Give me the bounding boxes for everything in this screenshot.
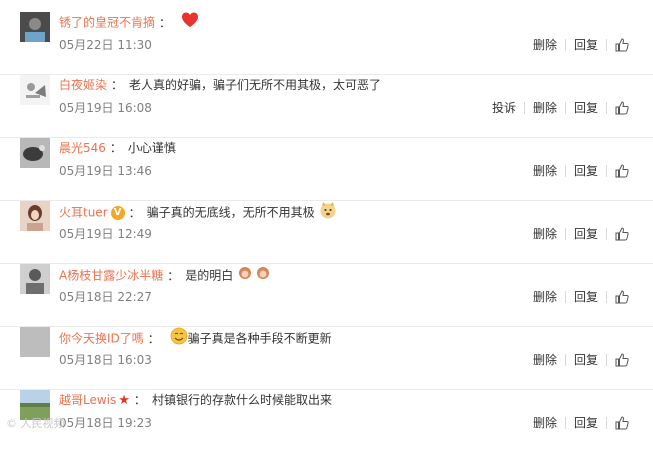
divider (606, 417, 607, 429)
report-button[interactable]: 投诉 (492, 100, 516, 116)
reply-button[interactable]: 回复 (574, 37, 598, 53)
separator: ： (111, 78, 124, 92)
reply-button[interactable]: 回复 (574, 100, 598, 116)
comment-actions: 删除 回复 (533, 289, 629, 305)
comment-time: 05月19日 16:08 (59, 101, 152, 115)
comment-text: 骗子真的无底线，无所不用其极 (146, 205, 315, 220)
username-link[interactable]: 白夜姬染 (59, 78, 107, 92)
comment-text: 老人真的好骗，骗子们无所不用其极，太可恶了 (129, 78, 382, 92)
comment-actions: 删除 回复 (533, 415, 629, 431)
comment-item: 越哥Lewis ★： 村镇银行的存款什么时候能取出来 05月18日 19:23 删除… (0, 390, 653, 453)
comment-line: 锈了的皇冠不肯摘 ： (59, 12, 199, 32)
divider (564, 228, 566, 240)
comment-line: A杨枝甘露少冰半糖 ： 是的明白 (59, 264, 273, 284)
reply-button[interactable]: 回复 (574, 352, 598, 368)
avatar[interactable] (20, 201, 50, 231)
delete-button[interactable]: 删除 (533, 37, 557, 53)
comment-text: 是的明白 (185, 268, 234, 283)
like-icon[interactable] (615, 416, 629, 430)
avatar[interactable] (20, 138, 50, 168)
delete-button[interactable]: 删除 (533, 415, 557, 431)
like-icon[interactable] (615, 353, 629, 367)
delete-button[interactable]: 删除 (533, 163, 557, 179)
comment-actions: 删除 回复 (533, 37, 629, 53)
delete-button[interactable]: 删除 (533, 352, 557, 368)
username-link[interactable]: 锈了的皇冠不肯摘 (59, 16, 155, 30)
divider (606, 228, 607, 240)
divider (606, 102, 607, 114)
comment-item: A杨枝甘露少冰半糖 ： 是的明白 05月18日 22:27 删除 回复 (0, 264, 653, 327)
comment-item: 你今天换ID了嗎： 骗子真是各种手段不断更新 05月18日 16:03 删除 回… (0, 327, 653, 390)
watermark: © 人民视频 (6, 417, 65, 430)
divider (606, 39, 607, 51)
delete-button[interactable]: 删除 (533, 226, 557, 242)
reply-button[interactable]: 回复 (574, 415, 598, 431)
comment-text: 骗子真是各种手段不断更新 (187, 331, 332, 346)
divider (564, 417, 566, 429)
heart-emoji-icon (181, 12, 199, 34)
username-link[interactable]: 越哥Lewis (59, 393, 116, 407)
reply-button[interactable]: 回复 (574, 163, 598, 179)
divider (564, 39, 566, 51)
like-icon[interactable] (615, 38, 629, 52)
username-link[interactable]: 晨光546 (59, 141, 106, 155)
star-badge-icon: ★ (118, 393, 130, 408)
username-link[interactable]: 火耳tuer (59, 206, 108, 220)
username-link[interactable]: 你今天换ID了嗎 (59, 332, 144, 346)
comment-time: 05月18日 19:23 (59, 416, 152, 430)
smile-emoji-icon (170, 327, 188, 351)
avatar[interactable] (20, 75, 50, 105)
separator: ： (159, 15, 172, 30)
separator: ： (128, 205, 141, 220)
divider (606, 354, 607, 366)
comment-actions: 删除 回复 (533, 352, 629, 368)
avatar[interactable] (20, 264, 50, 294)
comment-time: 05月18日 16:03 (59, 353, 152, 367)
comment-text: 村镇银行的存款什么时候能取出来 (151, 393, 332, 407)
verified-badge-icon: V (110, 206, 125, 220)
like-icon[interactable] (615, 164, 629, 178)
divider (606, 291, 607, 303)
comment-actions: 删除 回复 (533, 163, 629, 179)
username-link[interactable]: A杨枝甘露少冰半糖 (59, 269, 163, 283)
comment-line: 越哥Lewis ★： 村镇银行的存款什么时候能取出来 (59, 390, 332, 410)
like-icon[interactable] (615, 101, 629, 115)
comment-actions: 删除 回复 (533, 226, 629, 242)
comment-time: 05月19日 13:46 (59, 164, 152, 178)
divider (564, 165, 566, 177)
comment-actions: 投诉 删除 回复 (492, 100, 629, 116)
separator: ： (133, 393, 146, 407)
divider (606, 165, 607, 177)
comment-item: 锈了的皇冠不肯摘 ： 05月22日 11:30 删除 回复 (0, 12, 653, 75)
delete-button[interactable]: 删除 (533, 100, 557, 116)
doge-emoji-icon (319, 201, 337, 225)
comment-line: 晨光546： 小心谨慎 (59, 138, 176, 158)
comment-item: 白夜姬染：老人真的好骗，骗子们无所不用其极，太可恶了 05月19日 16:08 … (0, 75, 653, 138)
monkey-emoji-icon (237, 264, 273, 288)
separator: ： (147, 331, 160, 346)
comment-time: 05月22日 11:30 (59, 38, 152, 52)
comment-time: 05月18日 22:27 (59, 290, 152, 304)
avatar[interactable] (20, 327, 50, 357)
divider (564, 291, 566, 303)
reply-button[interactable]: 回复 (574, 226, 598, 242)
comment-item: 晨光546： 小心谨慎 05月19日 13:46 删除 回复 (0, 138, 653, 201)
comment-item: 火耳tuer V： 骗子真的无底线，无所不用其极 05月19日 12:49 删除 回… (0, 201, 653, 264)
reply-button[interactable]: 回复 (574, 289, 598, 305)
comment-line: 火耳tuer V： 骗子真的无底线，无所不用其极 (59, 201, 337, 221)
like-icon[interactable] (615, 290, 629, 304)
comment-line: 你今天换ID了嗎： 骗子真是各种手段不断更新 (59, 327, 332, 347)
like-icon[interactable] (615, 227, 629, 241)
divider (523, 102, 525, 114)
comment-text: 小心谨慎 (127, 141, 176, 155)
separator: ： (109, 141, 122, 155)
divider (564, 102, 566, 114)
comment-line: 白夜姬染 ： 老人真的好骗，骗子们无所不用其极，太可恶了 (59, 75, 381, 95)
separator: ： (167, 268, 180, 283)
comment-time: 05月19日 12:49 (59, 227, 152, 241)
delete-button[interactable]: 删除 (533, 289, 557, 305)
divider (564, 354, 566, 366)
avatar[interactable] (20, 12, 50, 42)
